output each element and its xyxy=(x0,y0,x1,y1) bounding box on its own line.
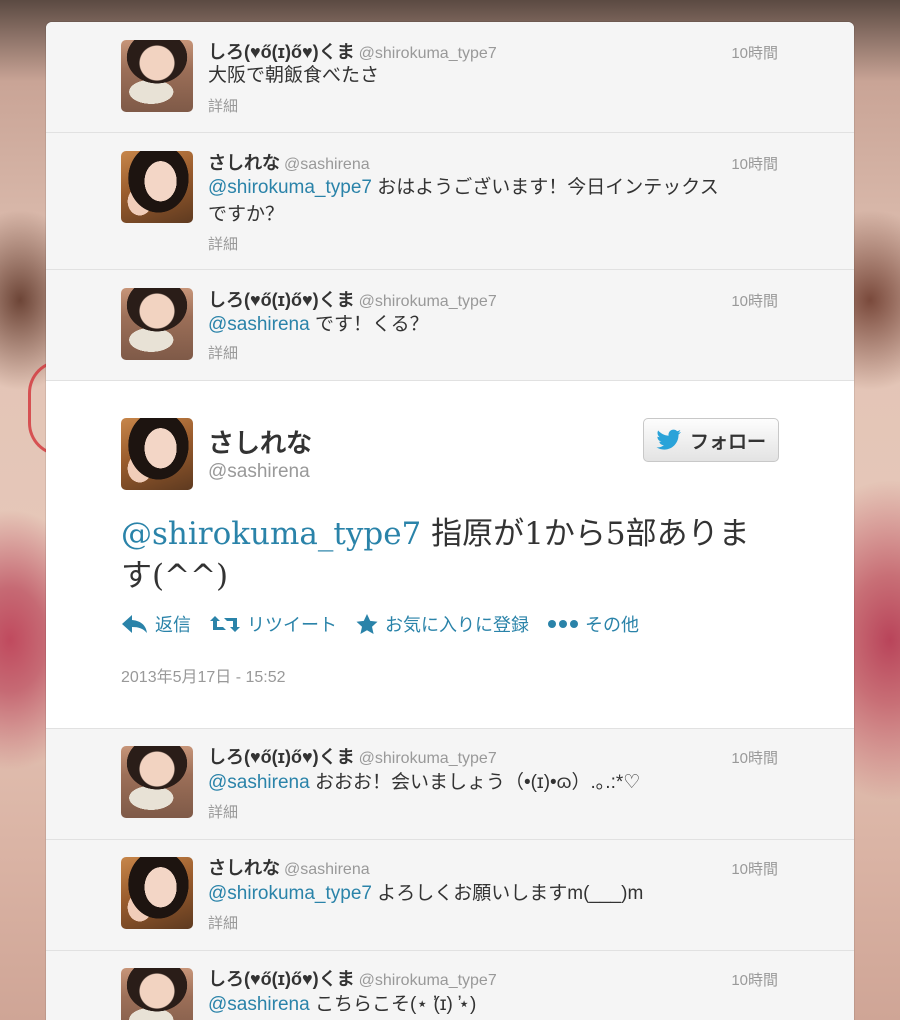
tweet-item[interactable]: しろ(♥ő(ɪ)ő♥)くま @shirokuma_type7 10時間 大阪で朝飯… xyxy=(46,22,854,133)
tweet-body: おおお！会いましょう（•(ɪ)•ɷ）.｡.:*♡ xyxy=(309,772,641,793)
expanded-tweet: さしれな @sashirena フォロー @shirokuma_type7 指原… xyxy=(46,381,854,729)
star-icon xyxy=(356,614,378,634)
details-link[interactable]: 詳細 xyxy=(208,233,238,254)
tweet-header: さしれな @sashirena xyxy=(208,854,370,880)
tweet-actions: 返信 リツイート お気に入りに登録 その他 xyxy=(121,611,639,637)
tweet-text: @shirokuma_type7 指原が1から5部あります(^^) xyxy=(121,513,761,597)
tweet-item[interactable]: さしれな @sashirena 10時間 @shirokuma_type7 よろし… xyxy=(46,840,854,951)
user-name[interactable]: しろ(♥ő(ɪ)ő♥)くま xyxy=(208,42,355,62)
reply-label: 返信 xyxy=(155,615,191,635)
tweet-time[interactable]: 10時間 xyxy=(731,42,778,63)
follow-button[interactable]: フォロー xyxy=(643,418,779,462)
user-handle[interactable]: @sashirena xyxy=(284,156,370,173)
mention-link[interactable]: @shirokuma_type7 xyxy=(121,516,421,552)
tweet-item[interactable]: しろ(♥ő(ɪ)ő♥)くま @shirokuma_type7 10時間 @sash… xyxy=(46,951,854,1020)
tweet-text: 大阪で朝飯食べたさ xyxy=(208,62,728,89)
user-handle[interactable]: @shirokuma_type7 xyxy=(359,972,497,989)
tweet-text: @sashirena です！くる？ xyxy=(208,311,728,338)
tweet-body: です！くる？ xyxy=(309,314,429,335)
tweet-item[interactable]: しろ(♥ő(ɪ)ő♥)くま @shirokuma_type7 10時間 @sash… xyxy=(46,729,854,840)
more-button[interactable]: その他 xyxy=(547,611,639,637)
tweet-time[interactable]: 10時間 xyxy=(731,290,778,311)
tweet-body: 大阪で朝飯食べたさ xyxy=(208,65,380,86)
tweet-text: @sashirena こちらこそ(⋆ ̛(ɪ) ̛⋆) xyxy=(208,991,768,1018)
avatar[interactable] xyxy=(121,857,193,929)
avatar[interactable] xyxy=(121,418,193,490)
avatar[interactable] xyxy=(121,40,193,112)
reply-icon xyxy=(122,615,147,633)
mention-link[interactable]: @sashirena xyxy=(208,994,310,1015)
tweet-text: @shirokuma_type7 おはようございます！今日インテックスですか？ xyxy=(208,174,728,228)
details-link[interactable]: 詳細 xyxy=(208,801,238,822)
tweet-time[interactable]: 10時間 xyxy=(731,747,778,768)
favorite-button[interactable]: お気に入りに登録 xyxy=(355,611,529,637)
avatar[interactable] xyxy=(121,968,193,1020)
avatar[interactable] xyxy=(121,288,193,360)
user-handle[interactable]: @shirokuma_type7 xyxy=(359,750,497,767)
mention-link[interactable]: @sashirena xyxy=(208,772,310,793)
follow-label: フォロー xyxy=(689,431,766,453)
retweet-label: リツイート xyxy=(247,615,337,635)
tweet-header: しろ(♥ő(ɪ)ő♥)くま @shirokuma_type7 xyxy=(208,38,497,64)
tweet-timestamp[interactable]: 2013年5月17日 - 15:52 xyxy=(121,663,286,687)
tweet-text: @shirokuma_type7 よろしくお願いしますm(___)m xyxy=(208,880,768,907)
tweet-body: こちらこそ(⋆ ̛(ɪ) ̛⋆) xyxy=(309,994,477,1015)
details-link[interactable]: 詳細 xyxy=(208,342,238,363)
tweet-header: しろ(♥ő(ɪ)ő♥)くま @shirokuma_type7 xyxy=(208,743,497,769)
tweet-item[interactable]: さしれな @sashirena 10時間 @shirokuma_type7 おはよ… xyxy=(46,133,854,270)
tweet-text: @sashirena おおお！会いましょう（•(ɪ)•ɷ）.｡.:*♡ xyxy=(208,769,768,796)
favorite-label: お気に入りに登録 xyxy=(385,615,529,635)
user-name[interactable]: さしれな xyxy=(208,858,280,878)
details-link[interactable]: 詳細 xyxy=(208,95,238,116)
more-dots-icon xyxy=(548,620,578,628)
tweet-header: しろ(♥ő(ɪ)ő♥)くま @shirokuma_type7 xyxy=(208,965,497,991)
tweet-body: よろしくお願いしますm(___)m xyxy=(371,883,644,904)
tweet-time[interactable]: 10時間 xyxy=(731,858,778,879)
user-name[interactable]: さしれな xyxy=(208,423,312,460)
tweet-item[interactable]: しろ(♥ő(ɪ)ő♥)くま @shirokuma_type7 10時間 @sash… xyxy=(46,270,854,381)
tweet-time[interactable]: 10時間 xyxy=(731,969,778,990)
retweet-button[interactable]: リツイート xyxy=(209,611,337,637)
user-name[interactable]: さしれな xyxy=(208,153,280,173)
user-handle[interactable]: @shirokuma_type7 xyxy=(359,293,497,310)
mention-link[interactable]: @shirokuma_type7 xyxy=(208,177,372,198)
details-link[interactable]: 詳細 xyxy=(208,912,238,933)
mention-link[interactable]: @shirokuma_type7 xyxy=(208,883,372,904)
tweet-header: さしれな @sashirena xyxy=(208,149,370,175)
user-handle[interactable]: @shirokuma_type7 xyxy=(359,45,497,62)
reply-button[interactable]: 返信 xyxy=(121,611,191,637)
conversation-timeline: しろ(♥ő(ɪ)ő♥)くま @shirokuma_type7 10時間 大阪で朝飯… xyxy=(46,22,854,1020)
user-name[interactable]: しろ(♥ő(ɪ)ő♥)くま xyxy=(208,290,355,310)
user-name[interactable]: しろ(♥ő(ɪ)ő♥)くま xyxy=(208,747,355,767)
retweet-icon xyxy=(210,616,240,632)
mention-link[interactable]: @sashirena xyxy=(208,314,310,335)
user-handle[interactable]: @sashirena xyxy=(284,861,370,878)
avatar[interactable] xyxy=(121,746,193,818)
bird-icon xyxy=(656,429,681,450)
user-handle[interactable]: @sashirena xyxy=(208,461,310,483)
tweet-time[interactable]: 10時間 xyxy=(731,153,778,174)
more-label: その他 xyxy=(585,615,639,635)
tweet-header: しろ(♥ő(ɪ)ő♥)くま @shirokuma_type7 xyxy=(208,286,497,312)
user-name[interactable]: しろ(♥ő(ɪ)ő♥)くま xyxy=(208,969,355,989)
avatar[interactable] xyxy=(121,151,193,223)
